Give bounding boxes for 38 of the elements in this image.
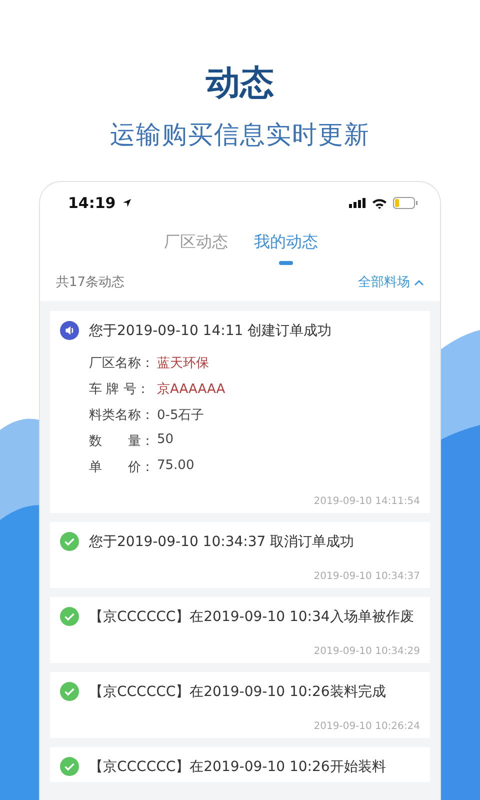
activity-card[interactable]: 您于2019-09-10 10:34:37 取消订单成功 2019-09-10 10:34:37 [50, 522, 430, 588]
page-subtitle: 运输购买信息实时更新 [110, 119, 370, 151]
check-icon [60, 607, 79, 626]
activity-message: 【京CCCCCC】在2019-09-10 10:26装料完成 [89, 682, 386, 700]
status-time: 14:19 [68, 194, 116, 212]
activity-count: 共17条动态 [56, 274, 125, 291]
activity-message: 【京CCCCCC】在2019-09-10 10:34入场单被作废 [89, 608, 414, 626]
activity-card[interactable]: 您于2019-09-10 14:11 创建订单成功 厂区名称： 蓝天环保 车 牌 号： 京AAAAAA 料类名称： 0-5石子 数 量： 50 单 价： 75.00 2019-09-10 14:11:54 [50, 311, 430, 513]
wifi-icon [372, 198, 387, 208]
activity-message: 您于2019-09-10 14:11 创建订单成功 [89, 322, 332, 340]
activity-message: 您于2019-09-10 10:34:37 取消订单成功 [89, 532, 354, 550]
signal-icon [349, 198, 366, 208]
activity-timestamp: 2019-09-10 10:26:24 [314, 721, 420, 732]
check-icon [60, 682, 79, 701]
field-value: 75.00 [157, 458, 194, 475]
location-arrow-icon [122, 198, 132, 208]
field-label: 单 价： [89, 459, 155, 476]
field-label: 厂区名称： [89, 355, 155, 372]
activity-card[interactable]: 【京CCCCCC】在2019-09-10 10:26开始装料 [50, 747, 430, 782]
field-value: 0-5石子 [157, 407, 204, 424]
activity-timestamp: 2019-09-10 10:34:37 [314, 571, 420, 582]
activity-card[interactable]: 【京CCCCCC】在2019-09-10 10:26装料完成 2019-09-10 10:26:24 [50, 672, 430, 738]
field-value: 50 [157, 432, 174, 449]
field-value: 蓝天环保 [157, 355, 209, 372]
activity-message: 【京CCCCCC】在2019-09-10 10:26开始装料 [89, 758, 386, 776]
field-label: 车 牌 号： [89, 381, 150, 398]
page-title: 动态 [206, 62, 274, 105]
check-icon [60, 532, 79, 551]
activity-card[interactable]: 【京CCCCCC】在2019-09-10 10:34入场单被作废 2019-09-10 10:34:29 [50, 597, 430, 663]
caret-icon [414, 278, 424, 286]
activity-timestamp: 2019-09-10 14:11:54 [314, 496, 420, 507]
field-value: 京AAAAAA [157, 381, 226, 398]
activity-timestamp: 2019-09-10 10:34:29 [314, 646, 420, 657]
field-label: 数 量： [89, 433, 155, 450]
battery-icon [393, 197, 418, 209]
speaker-icon [60, 321, 79, 340]
field-label: 料类名称： [89, 407, 155, 424]
check-icon [60, 757, 79, 776]
